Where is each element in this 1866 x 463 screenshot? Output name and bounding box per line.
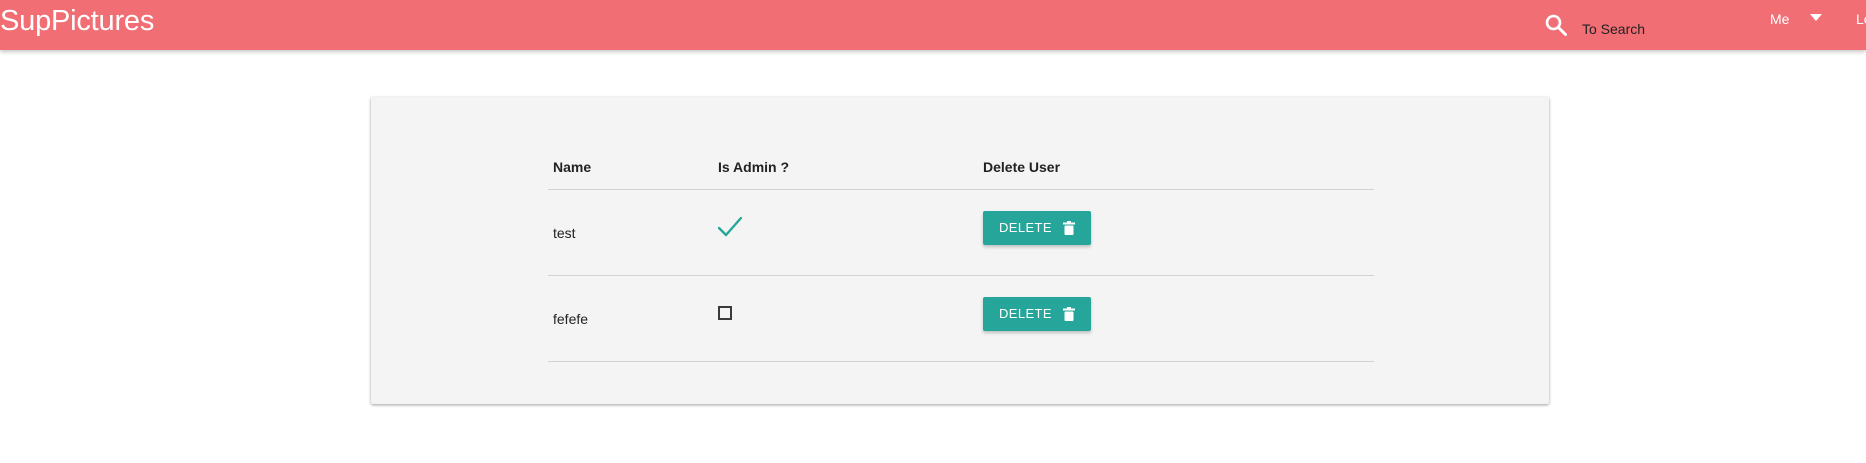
search-icon[interactable] xyxy=(1544,13,1568,37)
search-input[interactable] xyxy=(1582,18,1732,40)
table-header-row: Name Is Admin ? Delete User xyxy=(548,145,1374,190)
column-header-name: Name xyxy=(548,145,713,190)
trash-icon xyxy=(1063,220,1075,235)
user-name-cell: fefefe xyxy=(548,275,713,362)
user-menu-label[interactable]: Me xyxy=(1770,11,1789,27)
users-table: Name Is Admin ? Delete User test DELETE xyxy=(548,145,1374,362)
trash-icon xyxy=(1063,306,1075,321)
admin-checkbox[interactable] xyxy=(718,306,732,320)
is-admin-cell xyxy=(713,189,978,276)
delete-user-button[interactable]: DELETE xyxy=(983,296,1091,331)
users-card: Name Is Admin ? Delete User test DELETE xyxy=(371,97,1549,404)
brand-logo[interactable]: SupPictures xyxy=(0,4,154,38)
table-row: test DELETE xyxy=(548,189,1374,276)
checkmark-icon[interactable] xyxy=(718,217,742,237)
column-header-delete-user: Delete User xyxy=(978,145,1374,190)
caret-down-icon[interactable] xyxy=(1810,14,1822,22)
top-navbar: SupPictures Me Logout xyxy=(0,0,1866,50)
delete-user-button[interactable]: DELETE xyxy=(983,210,1091,245)
column-header-is-admin: Is Admin ? xyxy=(713,145,978,190)
is-admin-cell xyxy=(713,275,978,362)
table-row: fefefe DELETE xyxy=(548,275,1374,362)
logout-link[interactable]: Logout xyxy=(1856,11,1866,27)
delete-button-label: DELETE xyxy=(999,306,1052,321)
user-name-cell: test xyxy=(548,189,713,276)
delete-cell: DELETE xyxy=(978,189,1374,276)
delete-cell: DELETE xyxy=(978,275,1374,362)
delete-button-label: DELETE xyxy=(999,220,1052,235)
